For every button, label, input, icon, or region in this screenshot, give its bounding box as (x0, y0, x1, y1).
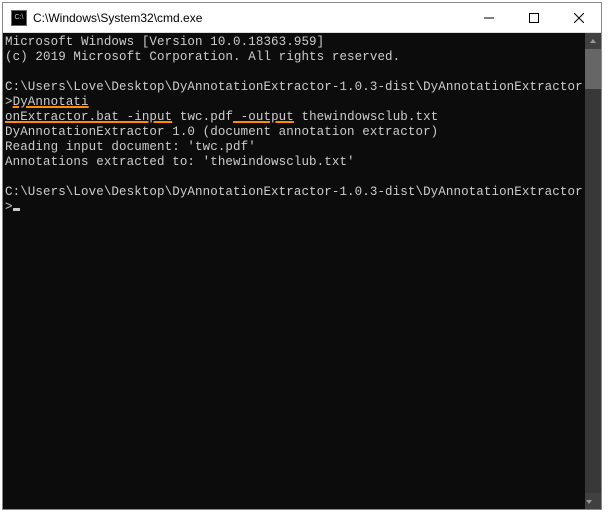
cmd-input-file: twc.pdf (172, 110, 233, 124)
prompt-1: C:\Users\Love\Desktop\DyAnnotationExtrac… (5, 80, 583, 109)
cmd-output-file: thewindowsclub.txt (294, 110, 438, 124)
cmd-output-flag: -output (233, 110, 294, 124)
version-line: Microsoft Windows [Version 10.0.18363.95… (5, 35, 585, 50)
blank-line (5, 65, 585, 80)
output-line-2: Reading input document: 'twc.pdf' (5, 140, 585, 155)
text-cursor (13, 208, 20, 211)
output-line-1: DyAnnotationExtractor 1.0 (document anno… (5, 125, 585, 140)
copyright-line: (c) 2019 Microsoft Corporation. All righ… (5, 50, 585, 65)
vertical-scrollbar[interactable] (585, 33, 601, 509)
scroll-thumb[interactable] (585, 49, 601, 89)
cmd-input-flag: -input (119, 110, 172, 124)
scroll-down-button[interactable] (585, 493, 601, 509)
output-line-3: Annotations extracted to: 'thewindowsclu… (5, 155, 585, 170)
cmd-executable-1: DyAnnotati (13, 95, 89, 109)
cmd-icon: C:\ (11, 10, 27, 26)
minimize-button[interactable] (466, 3, 511, 32)
titlebar: C:\ C:\Windows\System32\cmd.exe (3, 3, 601, 33)
close-button[interactable] (556, 3, 601, 32)
console-area: Microsoft Windows [Version 10.0.18363.95… (3, 33, 601, 509)
blank-line-2 (5, 170, 585, 185)
cmd-executable-2: onExtractor.bat (5, 110, 119, 124)
maximize-button[interactable] (511, 3, 556, 32)
console-output[interactable]: Microsoft Windows [Version 10.0.18363.95… (3, 33, 585, 509)
scroll-up-button[interactable] (585, 33, 601, 49)
window-controls (466, 3, 601, 32)
cmd-window: C:\ C:\Windows\System32\cmd.exe Microsof… (2, 2, 602, 510)
window-title: C:\Windows\System32\cmd.exe (33, 11, 466, 25)
prompt-2: C:\Users\Love\Desktop\DyAnnotationExtrac… (5, 185, 583, 214)
